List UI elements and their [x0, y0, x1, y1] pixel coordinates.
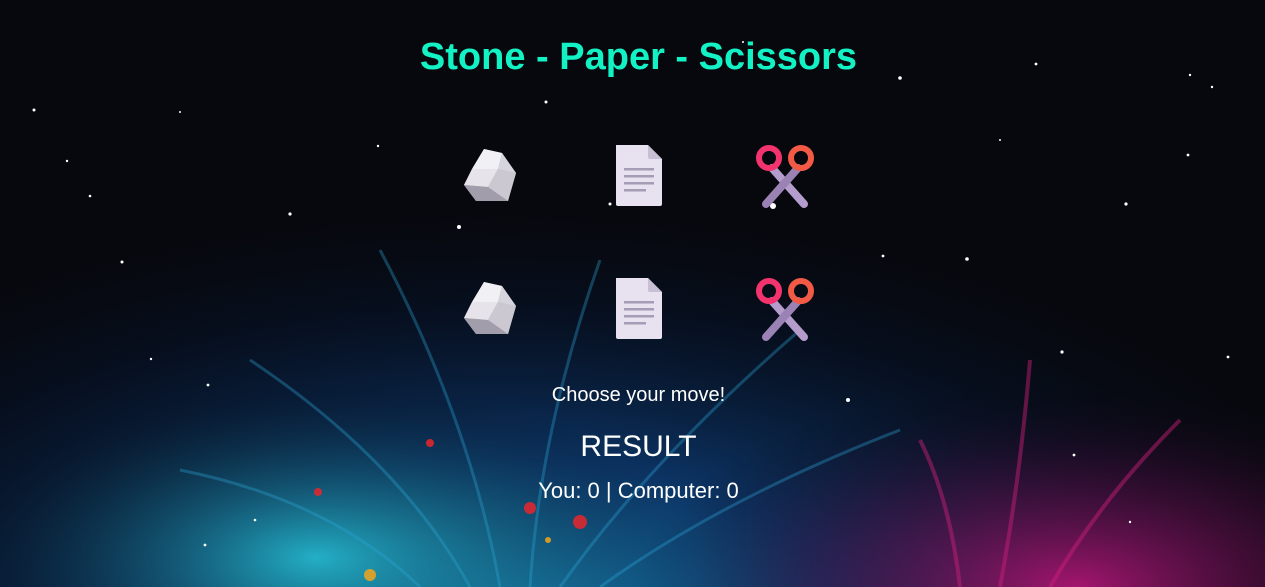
result-heading: RESULT — [580, 430, 697, 463]
rock-icon — [464, 149, 516, 201]
player-stone-button[interactable] — [455, 140, 525, 210]
page-title: Stone - Paper - Scissors — [419, 36, 858, 78]
player-moves-row — [0, 140, 1265, 210]
document-icon — [616, 145, 662, 206]
computer-paper — [603, 273, 673, 343]
game-container: Stone - Paper - Scissors Choose your mov… — [0, 0, 1265, 587]
status-prompt: Choose your move! — [551, 384, 726, 406]
document-icon — [616, 278, 662, 339]
score-display: You: 0 | Computer: 0 — [538, 478, 739, 503]
player-scissors-button[interactable] — [750, 140, 820, 210]
computer-moves-row — [0, 273, 1265, 343]
player-paper-button[interactable] — [603, 140, 673, 210]
computer-stone — [455, 273, 525, 343]
rock-icon — [464, 282, 516, 334]
scissors-icon — [756, 278, 814, 341]
scissors-icon — [756, 145, 814, 208]
computer-scissors — [750, 273, 820, 343]
